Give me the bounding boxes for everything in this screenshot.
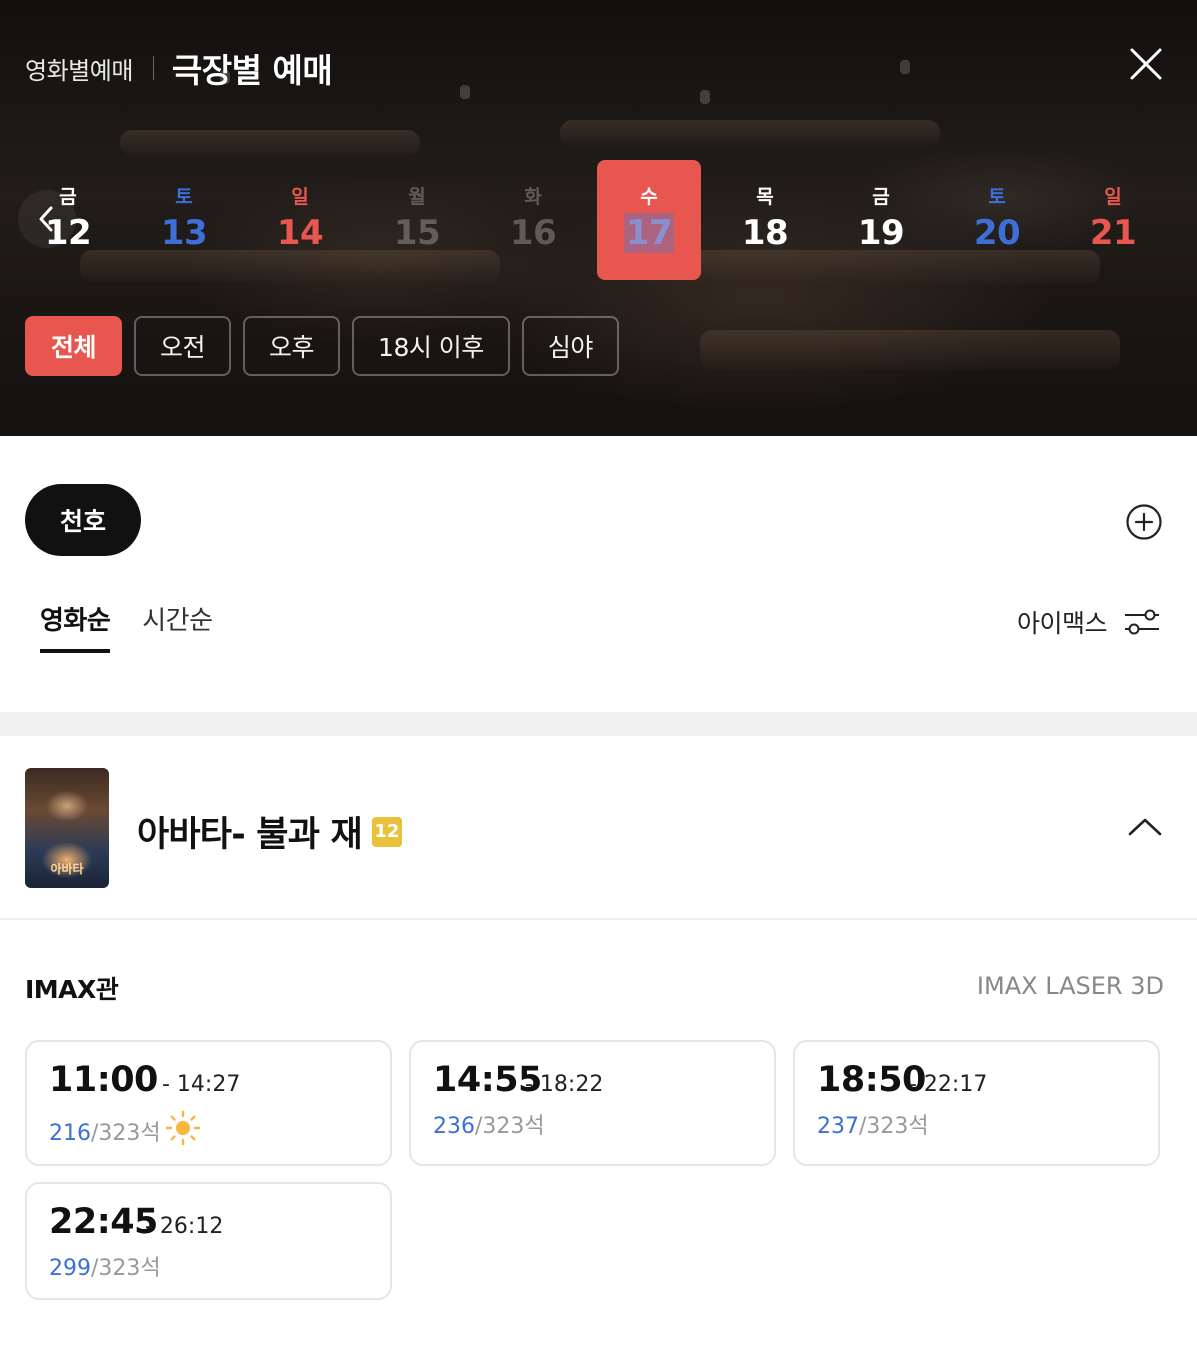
showtime-end: - 14:27: [162, 1072, 241, 1097]
date-selector: 금 12 토 13 일 14 월 15 화 16 수 17 목 18 금 19: [0, 160, 1197, 280]
seats-remaining: 237: [817, 1114, 859, 1139]
seat-availability: 216/323석: [49, 1115, 161, 1147]
seats-total: /323석: [475, 1114, 545, 1139]
age-rating-badge: 12: [371, 816, 402, 847]
date-cell[interactable]: 일 21: [1061, 160, 1165, 280]
sliders-icon: [1125, 609, 1159, 635]
date-day: 17: [597, 213, 701, 253]
prev-dates-button[interactable]: [18, 190, 76, 248]
time-filter-after-18[interactable]: 18시 이후: [352, 316, 510, 376]
showtime-start: 11:00: [49, 1060, 158, 1100]
format-filter-label: 아이맥스: [1016, 609, 1108, 638]
date-weekday: 화: [524, 186, 542, 208]
date-weekday: 일: [1104, 186, 1122, 208]
chevron-up-icon: [1128, 818, 1162, 836]
hero-header: 영화별예매 극장별 예매 금 12 토 13 일 14 월 15 화 16 수 …: [0, 0, 1197, 436]
date-day: 14: [276, 213, 324, 253]
screen-format: IMAX LASER 3D: [976, 972, 1164, 1000]
close-icon: [1130, 48, 1162, 80]
date-day: 13: [160, 213, 208, 253]
seats-total: /323석: [91, 1121, 161, 1146]
date-day: 21: [1089, 213, 1137, 253]
date-weekday: 토: [175, 186, 193, 208]
date-cell[interactable]: 목 18: [713, 160, 817, 280]
close-button[interactable]: [1128, 46, 1164, 82]
seat-availability: 299/323석: [49, 1250, 161, 1282]
tab-separator: [152, 56, 154, 80]
date-cell[interactable]: 일 14: [248, 160, 352, 280]
date-cell: 월 15: [365, 160, 469, 280]
seats-remaining: 216: [49, 1121, 91, 1146]
date-weekday: 수: [640, 186, 658, 208]
date-day-text: 17: [623, 213, 675, 253]
date-day: 16: [509, 213, 557, 253]
time-filter-morning[interactable]: 오전: [134, 316, 232, 376]
showtime-end: - 22:17: [909, 1072, 988, 1097]
date-day: 20: [973, 213, 1021, 253]
movie-title-group: 아바타- 불과 재 12: [137, 806, 402, 857]
movie-title: 아바타- 불과 재: [137, 815, 363, 855]
add-theater-button[interactable]: [1125, 503, 1163, 541]
chevron-left-icon: [39, 206, 53, 232]
poster-title: 아바타: [50, 862, 84, 876]
date-day: 18: [741, 213, 789, 253]
time-filter-afternoon[interactable]: 오후: [243, 316, 341, 376]
time-filter-late-night[interactable]: 심야: [521, 316, 619, 376]
seats-total: /323석: [91, 1256, 161, 1281]
screen-name: IMAX관: [25, 975, 119, 1004]
section-divider: [0, 712, 1197, 736]
showtime-card[interactable]: 18:50 - 22:17 237/323석: [793, 1040, 1160, 1166]
booking-mode-tabs: 영화별예매 극장별 예매: [25, 44, 333, 92]
time-filter-all[interactable]: 전체: [25, 316, 123, 376]
seats-remaining: 299: [49, 1256, 91, 1281]
date-cell[interactable]: 토 20: [945, 160, 1049, 280]
theater-chip[interactable]: 천호: [25, 484, 141, 556]
date-weekday: 금: [872, 186, 890, 208]
movie-poster: 아바타: [25, 768, 109, 888]
date-day: 19: [857, 213, 905, 253]
date-weekday: 토: [988, 186, 1006, 208]
date-weekday: 목: [756, 186, 774, 208]
tab-movie-booking[interactable]: 영화별예매: [25, 51, 133, 86]
showtime-card[interactable]: 22:45 - 26:12 299/323석: [25, 1182, 392, 1300]
date-day: 15: [393, 213, 441, 253]
date-cell[interactable]: 토 13: [132, 160, 236, 280]
date-cell: 화 16: [481, 160, 585, 280]
showtime-end: - 18:22: [525, 1072, 604, 1097]
showtime-card[interactable]: 14:55 - 18:22 236/323석: [409, 1040, 776, 1166]
sun-icon: [165, 1110, 201, 1146]
time-filter-group: 전체 오전 오후 18시 이후 심야: [25, 316, 619, 376]
tab-sort-by-movie[interactable]: 영화순: [40, 600, 111, 653]
date-cell-selected[interactable]: 수 17: [597, 160, 701, 280]
showtime-card[interactable]: 11:00 - 14:27 216/323석: [25, 1040, 392, 1166]
seat-availability: 236/323석: [433, 1108, 545, 1140]
format-filter-button[interactable]: 아이맥스: [1017, 604, 1161, 640]
sort-tabs: 영화순 시간순: [40, 600, 213, 653]
showtime-end: - 26:12: [145, 1214, 224, 1239]
collapse-button[interactable]: [1126, 812, 1164, 842]
showtime-start: 22:45: [49, 1202, 158, 1242]
date-cell[interactable]: 금 19: [829, 160, 933, 280]
date-weekday: 월: [408, 186, 426, 208]
seat-availability: 237/323석: [817, 1108, 929, 1140]
seats-total: /323석: [859, 1114, 929, 1139]
date-weekday: 일: [291, 186, 309, 208]
tab-theater-booking[interactable]: 극장별 예매: [172, 44, 333, 92]
plus-circle-icon: [1126, 504, 1162, 540]
tab-sort-by-time[interactable]: 시간순: [142, 600, 213, 653]
seats-remaining: 236: [433, 1114, 475, 1139]
